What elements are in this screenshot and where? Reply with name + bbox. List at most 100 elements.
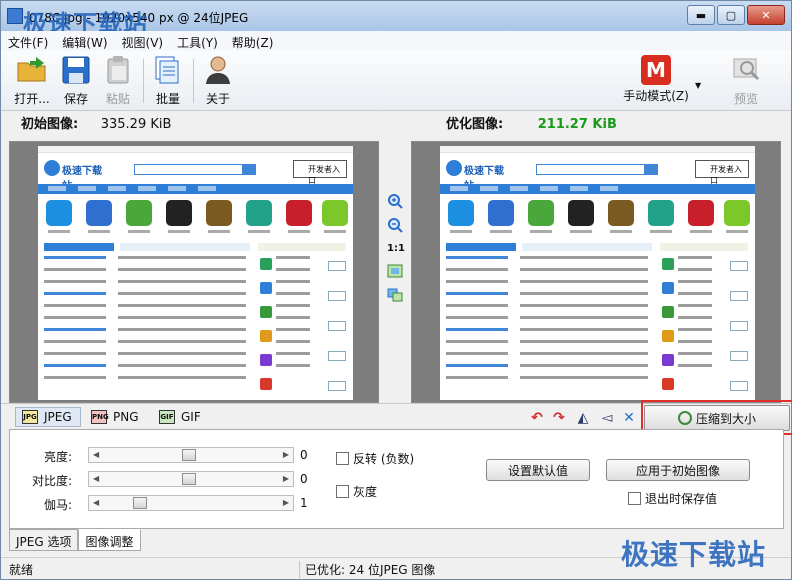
optimized-label: 优化图像: xyxy=(446,117,504,132)
magnifier-icon xyxy=(733,58,760,81)
grayscale-checkbox-box[interactable] xyxy=(336,485,349,498)
format-gif-label: GIF xyxy=(181,410,201,424)
paste-label: 粘贴 xyxy=(105,92,130,106)
manual-mode-icon: M xyxy=(641,55,671,85)
original-size: 335.29 KiB xyxy=(100,117,172,132)
tab-image-adjust[interactable]: 图像调整 xyxy=(78,529,141,551)
folder-open-icon xyxy=(17,57,46,82)
optimized-size-row: 优化图像: 211.27 KiB xyxy=(446,113,617,139)
fit-window-icon[interactable] xyxy=(387,263,403,279)
apply-to-original-button[interactable]: 应用于初始图像 xyxy=(606,459,750,481)
save-on-exit-checkbox[interactable]: 退出时保存值 xyxy=(628,490,717,507)
invert-checkbox[interactable]: 反转 (负数) xyxy=(336,450,414,467)
invert-checkbox-box[interactable] xyxy=(336,452,349,465)
zoom-toolbar: 1:1 xyxy=(382,141,410,403)
menu-bar: 文件(F) 编辑(W) 视图(V) 工具(Y) 帮助(Z) xyxy=(1,31,791,51)
contrast-label: 对比度: xyxy=(31,474,72,488)
gamma-slider[interactable]: ◀ ▶ xyxy=(88,495,294,511)
menu-file[interactable]: 文件(F) xyxy=(1,31,55,51)
dev-entry-box: 开发者入口 xyxy=(695,160,749,185)
dev-entry-box: 开发者入口 xyxy=(293,160,347,185)
maximize-button[interactable]: ▢ xyxy=(717,5,745,25)
watermark-bottom: 极速下载站 xyxy=(621,538,767,571)
brightness-value: 0 xyxy=(300,448,308,462)
brightness-label: 亮度: xyxy=(43,450,72,464)
rotate-right-icon[interactable]: ↷ xyxy=(551,410,567,426)
grayscale-checkbox[interactable]: 灰度 xyxy=(336,483,377,500)
zoom-in-icon[interactable] xyxy=(387,193,403,209)
toolbar-separator xyxy=(193,59,194,103)
batch-button[interactable]: 批量 xyxy=(145,55,191,107)
invert-label: 反转 (负数) xyxy=(353,452,415,466)
paste-button[interactable]: 粘贴 xyxy=(95,55,141,107)
crop-icon[interactable]: ✕ xyxy=(621,410,637,426)
about-button[interactable]: 关于 xyxy=(195,55,241,107)
contrast-slider-thumb[interactable] xyxy=(182,473,196,485)
preview-label: 预览 xyxy=(733,92,758,106)
toolbar-separator xyxy=(143,59,144,103)
grayscale-label: 灰度 xyxy=(353,485,378,499)
jpg-icon: JPG xyxy=(22,410,38,424)
format-gif-button[interactable]: GIF GIF xyxy=(159,407,201,427)
menu-view[interactable]: 视图(V) xyxy=(115,31,171,51)
options-tabs: JPEG 选项 图像调整 xyxy=(9,529,141,551)
format-jpeg-button[interactable]: JPG JPEG xyxy=(15,407,81,427)
png-icon: PNG xyxy=(91,410,109,424)
tab-jpeg-options[interactable]: JPEG 选项 xyxy=(9,529,79,551)
optimized-size: 211.27 KiB xyxy=(537,117,617,132)
save-button[interactable]: 保存 xyxy=(53,55,99,107)
status-ready: 就绪 xyxy=(9,563,34,577)
gamma-slider-thumb[interactable] xyxy=(133,497,147,509)
open-button[interactable]: 打开... xyxy=(9,55,55,107)
menu-edit[interactable]: 编辑(W) xyxy=(55,31,114,51)
gamma-value: 1 xyxy=(300,496,308,510)
optimized-image: 极速下载站 开发者入口 xyxy=(440,146,755,400)
original-image: 极速下载站 开发者入口 xyxy=(38,146,353,400)
app-window: 078C.jpg - 1920x540 px @ 24位JPEG 极速下载站 ▬… xyxy=(0,0,792,580)
batch-icon xyxy=(155,56,179,84)
rotate-left-icon[interactable]: ↶ xyxy=(529,410,545,426)
close-button[interactable]: ✕ xyxy=(747,5,785,25)
app-icon xyxy=(7,8,23,24)
status-optimized: 已优化: 24 位JPEG 图像 xyxy=(299,561,435,578)
format-jpeg-label: JPEG xyxy=(44,410,72,424)
batch-label: 批量 xyxy=(155,92,180,106)
brightness-slider-thumb[interactable] xyxy=(182,449,196,461)
menu-tools[interactable]: 工具(Y) xyxy=(170,31,225,51)
flip-vertical-icon[interactable]: ◅ xyxy=(599,410,615,426)
user-icon xyxy=(206,56,230,84)
title-bar: 078C.jpg - 1920x540 px @ 24位JPEG 极速下载站 ▬… xyxy=(1,1,791,38)
optimized-image-pane[interactable]: 极速下载站 开发者入口 xyxy=(411,141,781,403)
brightness-slider[interactable]: ◀ ▶ xyxy=(88,447,294,463)
zoom-1to1-button[interactable]: 1:1 xyxy=(387,243,405,254)
original-image-pane[interactable]: 极速下载站 开发者入口 xyxy=(9,141,379,403)
clipboard-icon xyxy=(107,56,129,84)
about-label: 关于 xyxy=(205,92,230,106)
preview-button[interactable]: 预览 xyxy=(723,55,769,107)
format-png-button[interactable]: PNG PNG xyxy=(91,407,139,427)
mode-dropdown-arrow-icon[interactable]: ▼ xyxy=(695,81,701,90)
original-size-row: 初始图像: 335.29 KiB xyxy=(21,113,171,139)
open-label: 打开... xyxy=(14,92,50,106)
flip-horizontal-icon[interactable]: ◭ xyxy=(575,410,591,426)
save-on-exit-label: 退出时保存值 xyxy=(645,492,718,506)
mode-label: 手动模式(Z) xyxy=(623,89,689,103)
original-label: 初始图像: xyxy=(21,117,79,132)
site-logo: 极速下载站 xyxy=(44,160,104,192)
set-default-button[interactable]: 设置默认值 xyxy=(486,459,590,481)
gamma-label: 伽马: xyxy=(43,498,72,512)
format-png-label: PNG xyxy=(113,410,139,424)
save-on-exit-checkbox-box[interactable] xyxy=(628,492,641,505)
adjustment-panel: 亮度: ◀ ▶ 0 对比度: ◀ ▶ 0 伽马: ◀ ▶ 1 反转 (负数) 灰度 设… xyxy=(9,429,784,529)
save-icon xyxy=(62,56,90,84)
menu-help[interactable]: 帮助(Z) xyxy=(225,31,281,51)
gif-icon: GIF xyxy=(159,410,175,424)
minimize-button[interactable]: ▬ xyxy=(687,5,715,25)
zoom-out-icon[interactable] xyxy=(387,217,403,233)
site-logo: 极速下载站 xyxy=(446,160,506,192)
save-label: 保存 xyxy=(63,92,88,106)
compare-view-icon[interactable] xyxy=(387,287,403,303)
mode-button[interactable]: M 手动模式(Z) xyxy=(613,55,699,107)
contrast-slider[interactable]: ◀ ▶ xyxy=(88,471,294,487)
contrast-value: 0 xyxy=(300,472,308,486)
